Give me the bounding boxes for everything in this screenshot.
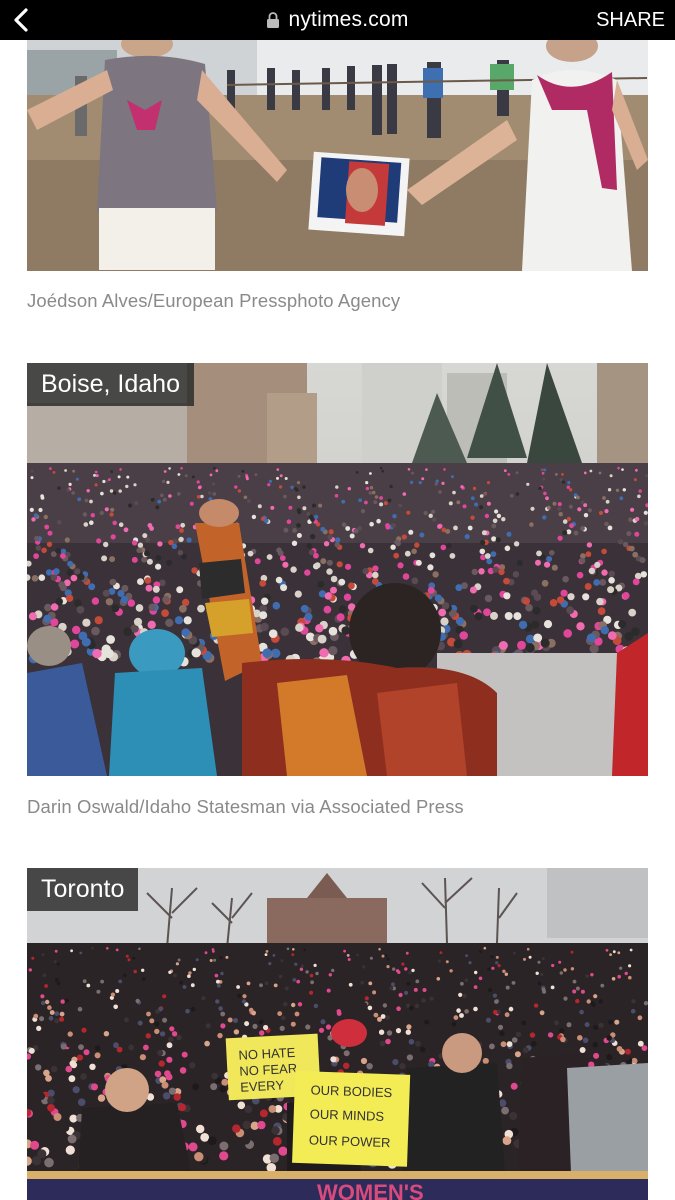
url-text[interactable]: nytimes.com [288, 8, 408, 32]
sign-line: NO FEAR [239, 1061, 298, 1079]
banner-text: WOMEN'S [317, 1180, 424, 1200]
chevron-left-icon [14, 8, 28, 32]
back-button[interactable] [6, 4, 36, 36]
photo-credit: Joédson Alves/European Pressphoto Agency [27, 290, 401, 311]
browser-top-bar: nytimes.com SHARE [0, 0, 675, 40]
sign-line: NO HATE [238, 1045, 296, 1063]
location-tag: Boise, Idaho [27, 363, 194, 406]
sign-line: OUR POWER [309, 1132, 391, 1150]
photo-human-chain [27, 40, 648, 271]
sign-line: OUR MINDS [310, 1106, 385, 1124]
location-tag: Toronto [27, 868, 139, 911]
photo-credit: Darin Oswald/Idaho Statesman via Associa… [27, 796, 464, 817]
photo-toronto-crowd: NO HATE NO FEAR EVERY OUR BODIES OUR MIN… [27, 868, 648, 1200]
sign-line: OUR BODIES [310, 1082, 392, 1100]
photo-boise-crowd: Boise, Idaho [27, 363, 648, 776]
share-button[interactable]: SHARE [596, 0, 665, 40]
sign-line: EVERY [240, 1077, 285, 1094]
lock-icon [267, 12, 280, 28]
